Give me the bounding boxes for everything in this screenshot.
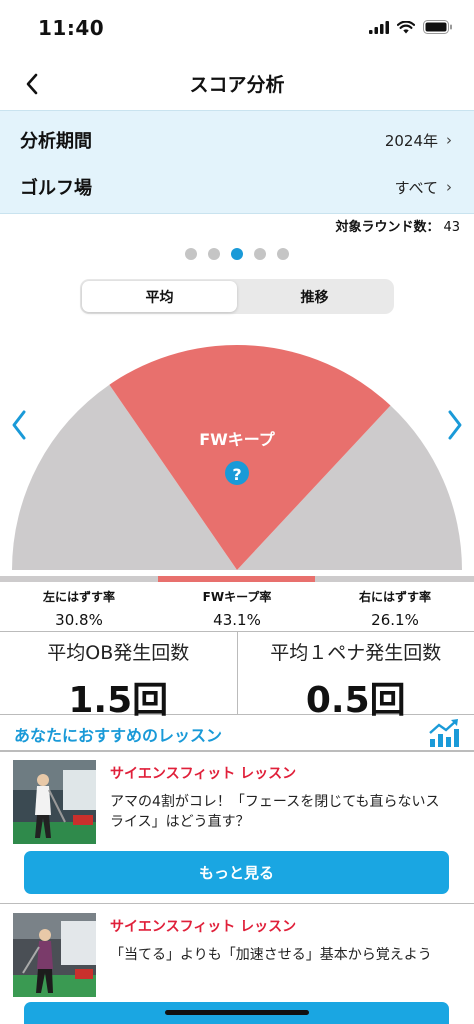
lesson-description: 「当てる」よりも「加速させる」基本から覚えよう bbox=[110, 947, 432, 963]
miss-rate-stats: 左にはずす率 30.8% FWキープ率 43.1% 右にはずす率 26.1% bbox=[0, 584, 474, 630]
lesson-section-title: あなたにおすすめのレッスン bbox=[14, 726, 223, 745]
stat-label: 右にはずす率 bbox=[358, 590, 431, 604]
signal-icon bbox=[369, 20, 389, 34]
page-dot[interactable] bbox=[277, 248, 289, 260]
round-count: 対象ラウンド数： 43 bbox=[335, 216, 460, 235]
more-button[interactable]: もっと見る bbox=[24, 851, 449, 894]
segment-average[interactable]: 平均 bbox=[82, 281, 237, 312]
round-count-value: 43 bbox=[443, 220, 460, 235]
battery-icon bbox=[423, 20, 452, 34]
lesson-card[interactable]: サイエンスフィット レッスン アマの4割がコレ！「フェースを閉じても直らないスラ… bbox=[0, 752, 474, 904]
stat-label: 左にはずす率 bbox=[42, 590, 115, 604]
segment-trend[interactable]: 推移 bbox=[237, 281, 392, 312]
help-icon[interactable]: ? bbox=[225, 461, 249, 485]
lesson-section-header: あなたにおすすめのレッスン bbox=[0, 715, 474, 752]
stat-label: FWキープ率 bbox=[202, 590, 272, 604]
next-page-arrow-icon[interactable] bbox=[445, 408, 465, 442]
lesson-description: アマの4割がコレ！「フェースを閉じても直らないスライス」はどう直す？ bbox=[110, 794, 440, 830]
chevron-right-icon: › bbox=[446, 131, 452, 149]
filter-period-value: 2024年 › bbox=[385, 130, 452, 151]
lesson-thumbnail[interactable] bbox=[13, 760, 96, 844]
lesson-brand: サイエンスフィット レッスン bbox=[110, 766, 297, 782]
prev-page-arrow-icon[interactable] bbox=[9, 408, 29, 442]
lesson-card[interactable]: サイエンスフィット レッスン 「当てる」よりも「加速させる」基本から覚えよう bbox=[0, 905, 474, 1024]
stat-value: 43.1% bbox=[213, 611, 261, 629]
stat-value: 30.8% bbox=[55, 611, 103, 629]
filter-period-label: 分析期間 bbox=[20, 131, 92, 152]
help-glyph: ? bbox=[232, 465, 241, 484]
lesson-brand: サイエンスフィット レッスン bbox=[110, 919, 297, 935]
round-count-label: 対象ラウンド数： bbox=[335, 220, 440, 235]
nav-bar: スコア分析 bbox=[0, 58, 474, 110]
status-time: 11:40 bbox=[38, 16, 105, 40]
filter-course-value: すべて › bbox=[395, 177, 452, 198]
page-dot[interactable] bbox=[254, 248, 266, 260]
segmented-control: 平均 推移 bbox=[80, 279, 394, 314]
average-stats: 平均OB発生回数 1.5回 平均１ペナ発生回数 0.5回 bbox=[0, 631, 474, 721]
avg-penalty-count: 平均１ペナ発生回数 0.5回 bbox=[236, 632, 474, 721]
home-indicator bbox=[165, 1010, 309, 1015]
status-icons bbox=[369, 20, 452, 34]
filter-course-value-text: すべて bbox=[394, 178, 438, 197]
wifi-icon bbox=[397, 20, 415, 33]
filter-course-row[interactable]: ゴルフ場 すべて › bbox=[0, 164, 474, 210]
stat-left-miss: 左にはずす率 30.8% bbox=[0, 584, 158, 630]
stat-right-miss: 右にはずす率 26.1% bbox=[316, 584, 474, 630]
filter-panel: 分析期間 2024年 › ゴルフ場 すべて › bbox=[0, 110, 474, 214]
trend-chart-icon bbox=[429, 719, 459, 747]
status-bar: 11:40 bbox=[0, 0, 474, 58]
bigstat-label: 平均OB発生回数 bbox=[47, 642, 190, 664]
filter-period-value-text: 2024年 bbox=[384, 131, 438, 150]
lesson-thumbnail[interactable] bbox=[13, 913, 96, 997]
page-dot-active[interactable] bbox=[231, 248, 243, 260]
stat-fw-keep: FWキープ率 43.1% bbox=[158, 584, 316, 630]
filter-course-label: ゴルフ場 bbox=[20, 178, 92, 199]
bigstat-label: 平均１ペナ発生回数 bbox=[270, 642, 442, 664]
gauge-baseline-accent bbox=[158, 576, 315, 582]
avg-ob-count: 平均OB発生回数 1.5回 bbox=[0, 632, 237, 721]
page-dot[interactable] bbox=[208, 248, 220, 260]
page-dot[interactable] bbox=[185, 248, 197, 260]
filter-period-row[interactable]: 分析期間 2024年 › bbox=[0, 117, 474, 163]
fw-keep-gauge: FWキープ ? bbox=[0, 345, 474, 582]
stat-value: 26.1% bbox=[371, 611, 419, 629]
chevron-right-icon: › bbox=[446, 178, 452, 196]
page-indicator bbox=[0, 248, 474, 260]
gauge-center-label: FWキープ bbox=[199, 430, 276, 449]
page-title: スコア分析 bbox=[189, 74, 285, 96]
